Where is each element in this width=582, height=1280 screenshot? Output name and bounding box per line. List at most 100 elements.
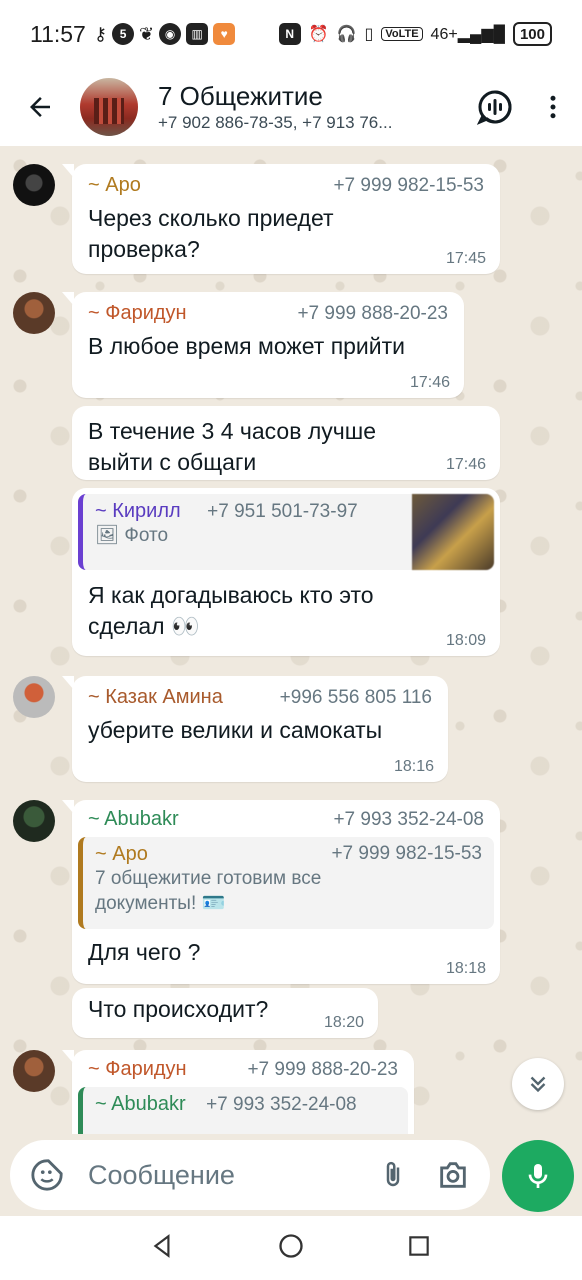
attach-button[interactable] (370, 1152, 416, 1198)
message-placeholder: Сообщение (88, 1159, 235, 1190)
message-time: 18:16 (393, 758, 434, 775)
sticker-icon (31, 1159, 63, 1191)
nav-home-button[interactable] (277, 1232, 305, 1265)
notification-5-icon: 5 (112, 23, 135, 45)
message-text: Я как догадываюсь кто это сделал 👀 (88, 582, 374, 639)
message-time: 18:18 (445, 960, 486, 977)
sender-row: ~ Abubakr +7 993 352-24-08 (78, 808, 494, 831)
network-type: 46+ (430, 26, 458, 43)
sender-name[interactable]: ~ Аро (88, 174, 141, 197)
sender-phone: +7 999 888-20-23 (297, 303, 448, 324)
signal-icon: 46+▂▄▆█ (430, 26, 505, 43)
quoted-sender-phone: +7 999 982-15-53 (331, 843, 482, 864)
status-bar: 11:57 ⚷ 5 ❦ ◉ ▥ ♥ N ⏰ 🎧 ▯ VoLTE 46+▂▄▆█ … (0, 0, 582, 68)
arrow-left-icon (30, 97, 50, 117)
avatar[interactable] (13, 800, 55, 842)
quoted-photo-thumbnail (412, 494, 494, 570)
quoted-sender-name: ~ Кирилл (95, 500, 181, 522)
message-bubble[interactable]: ~ Аро +7 999 982-15-53 Через сколько при… (62, 164, 500, 274)
message-bubble[interactable]: Что происходит? 18:20 (72, 988, 378, 1038)
sender-name[interactable]: ~ Фаридун (88, 1058, 187, 1081)
sender-row: ~ Фаридун +7 999 888-20-23 (88, 302, 448, 325)
quoted-message[interactable]: ~ Кирилл +7 951 501-73-97 🖼 Фото (78, 494, 494, 570)
sender-phone: +7 999 982-15-53 (333, 175, 484, 196)
avatar[interactable] (13, 676, 55, 718)
nfc-icon: N (278, 23, 301, 45)
system-navigation-bar (0, 1216, 582, 1280)
message-bubble[interactable]: В течение 3 4 часов лучше выйти с общаги… (72, 406, 500, 480)
heart-app-icon: ♥ (213, 23, 236, 45)
group-avatar[interactable] (80, 78, 138, 136)
sender-phone: +996 556 805 116 (279, 687, 432, 708)
vibrate-icon: ▯ (364, 26, 374, 43)
message-input[interactable]: Сообщение (10, 1140, 490, 1210)
alarm-icon: ⏰ (308, 26, 329, 43)
voice-record-button[interactable] (502, 1140, 574, 1212)
key-icon: ⚷ (93, 23, 108, 44)
message-composer: Сообщение (0, 1134, 582, 1216)
message-bubble[interactable]: ~ Казак Амина +996 556 805 116 уберите в… (62, 676, 448, 782)
status-time: 11:57 (30, 20, 86, 47)
battery-icon: 100 (512, 22, 552, 46)
quoted-text: 7 общежитие готовим все документы! 🪪 (95, 868, 322, 914)
message-bubble[interactable]: ~ Abubakr +7 993 352-24-08 ~ Аро +7 999 … (62, 800, 500, 984)
sender-phone: +7 993 352-24-08 (333, 809, 484, 830)
quoted-sender-name: ~ Аро (95, 843, 148, 865)
quoted-message[interactable]: ~ Abubakr +7 993 352-24-08 (78, 1087, 408, 1134)
battery-level: 100 (519, 25, 545, 43)
tulip-icon: ❦ (139, 23, 155, 44)
sender-name[interactable]: ~ Abubakr (88, 808, 179, 831)
message-time: 17:45 (445, 250, 486, 267)
chat-header: 7 Общежитие +7 902 886-78-35, +7 913 76.… (0, 68, 582, 146)
message-text: Что происходит? (88, 996, 269, 1022)
message-bubble[interactable]: ~ Фаридун +7 999 888-20-23 В любое время… (62, 292, 464, 398)
message-time: 17:46 (445, 456, 486, 473)
status-system-icons: N ⏰ 🎧 ▯ VoLTE 46+▂▄▆█ 100 (278, 22, 552, 46)
voice-chat-button[interactable] (466, 68, 524, 146)
circle-home-icon (279, 1233, 303, 1258)
paperclip-icon (386, 1161, 400, 1187)
sender-name[interactable]: ~ Фаридун (88, 302, 187, 325)
camera-icon (440, 1162, 466, 1188)
nav-recents-button[interactable] (406, 1233, 432, 1264)
chat-title: 7 Общежитие (158, 81, 323, 111)
message-time: 18:09 (445, 632, 486, 649)
chat-messages[interactable]: ~ Аро +7 999 982-15-53 Через сколько при… (0, 146, 582, 1134)
sender-phone: +7 999 888-20-23 (247, 1059, 398, 1080)
camera-button[interactable] (430, 1152, 476, 1198)
sender-row: ~ Казак Амина +996 556 805 116 (88, 686, 432, 709)
headphones-icon: 🎧 (336, 26, 357, 43)
scroll-to-bottom-button[interactable] (512, 1058, 564, 1110)
microphone-icon (528, 1164, 548, 1188)
chat-info[interactable]: 7 Общежитие +7 902 886-78-35, +7 913 76.… (158, 80, 466, 134)
sender-row: ~ Аро +7 999 982-15-53 (88, 174, 484, 197)
avatar[interactable] (13, 292, 55, 334)
message-bubble[interactable]: ~ Фаридун +7 999 888-20-23 ~ Abubakr +7 … (62, 1050, 414, 1134)
quoted-sender-phone: +7 951 501-73-97 (207, 501, 358, 522)
message-time: 17:46 (409, 374, 450, 391)
message-text: В любое время может прийти (88, 333, 406, 359)
sender-name[interactable]: ~ Казак Амина (88, 686, 223, 709)
triangle-back-icon (153, 1233, 170, 1258)
message-text: Для чего ? (88, 939, 201, 965)
quoted-text: Фото (124, 525, 169, 546)
more-vertical-icon (550, 95, 556, 119)
photo-icon: 🖼 (95, 525, 120, 546)
avatar[interactable] (13, 1050, 55, 1092)
nav-back-button[interactable] (150, 1233, 176, 1264)
quoted-sender-name: ~ Abubakr (95, 1093, 186, 1115)
square-recents-icon (408, 1235, 429, 1256)
back-button[interactable] (0, 68, 80, 146)
avatar[interactable] (13, 164, 55, 206)
game-icon: ◉ (159, 23, 182, 45)
quoted-message[interactable]: ~ Аро +7 999 982-15-53 7 общежитие готов… (78, 837, 494, 929)
app-notification-icon: ▥ (186, 23, 209, 45)
message-bubble[interactable]: ~ Кирилл +7 951 501-73-97 🖼 Фото Я как д… (72, 488, 500, 656)
message-time: 18:20 (323, 1014, 364, 1031)
chat-subtitle: +7 902 886-78-35, +7 913 76... (158, 113, 393, 132)
sticker-button[interactable] (24, 1152, 70, 1198)
more-options-button[interactable] (524, 68, 582, 146)
message-text: Через сколько приедет проверка? (88, 205, 334, 262)
status-notification-icons: ⚷ 5 ❦ ◉ ▥ ♥ (93, 23, 236, 45)
voice-chat-icon (477, 90, 512, 125)
